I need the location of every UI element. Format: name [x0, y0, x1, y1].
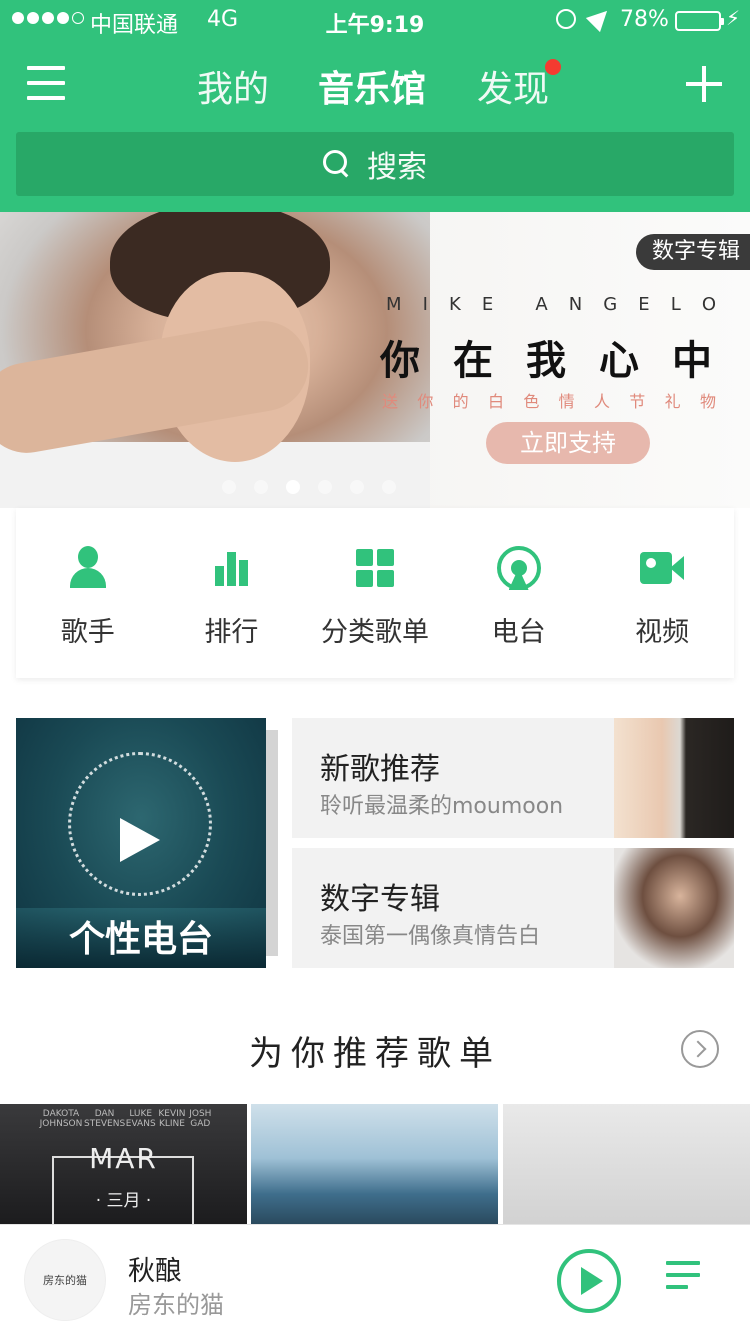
tab-music-hall[interactable]: 音乐馆: [318, 60, 426, 112]
card-subtitle: 泰国第一偶像真情告白: [320, 924, 541, 949]
top-nav: 我的 音乐馆 发现: [0, 56, 750, 112]
category-rank[interactable]: 排行: [160, 508, 304, 678]
grid-icon: [353, 546, 397, 590]
category-row: 歌手 排行 分类歌单 电台 视频: [16, 508, 734, 678]
rotation-lock-icon: [556, 9, 576, 29]
notification-dot: [545, 59, 562, 75]
promo-banner[interactable]: 数字专辑 MIKEANGELO 你在我心中 送你的白色情人节礼物 立即支持: [0, 212, 750, 508]
tab-discover[interactable]: 发现: [477, 59, 562, 112]
category-label: 歌手: [60, 617, 115, 648]
card-title: 数字专辑: [320, 882, 440, 917]
menu-icon[interactable]: [27, 66, 65, 100]
chart-bars-icon: [209, 546, 253, 590]
category-label: 分类歌单: [320, 617, 429, 648]
tab-discover-label: 发现: [477, 69, 550, 110]
video-camera-icon: [640, 546, 685, 590]
banner-artist-name: MIKEANGELO: [386, 294, 716, 315]
page-dot: [254, 480, 268, 494]
page-dot: [318, 480, 332, 494]
battery-percent: 78%: [620, 7, 669, 32]
section-title: 为你推荐歌单: [249, 1034, 501, 1074]
mini-player: 房东的猫 秋酿 房东的猫: [0, 1224, 750, 1334]
playlist-icon[interactable]: [666, 1261, 700, 1297]
personal-radio-card[interactable]: 个性电台: [16, 718, 266, 968]
now-playing-title[interactable]: 秋酿: [128, 1249, 182, 1288]
digital-album-card[interactable]: 数字专辑 泰国第一偶像真情告白: [292, 848, 734, 968]
cover-credits: DAKOTA JOHNSON DAN STEVENS LUKE EVANS KEVIN…: [39, 1109, 212, 1129]
search-bar[interactable]: 搜索: [16, 132, 734, 196]
card-thumbnail: [614, 848, 734, 968]
card-title: 新歌推荐: [320, 752, 440, 787]
category-playlist-types[interactable]: 分类歌单: [303, 508, 447, 678]
banner-artist-photo: [0, 212, 430, 508]
album-cover-text: 房东的猫: [43, 1274, 87, 1287]
play-icon: [120, 818, 160, 862]
category-singer[interactable]: 歌手: [16, 508, 160, 678]
playlist-cover[interactable]: DAKOTA JOHNSON DAN STEVENS LUKE EVANS KEVIN…: [0, 1104, 247, 1224]
category-label: 电台: [491, 617, 546, 648]
banner-page-indicator: [222, 480, 396, 494]
category-label: 排行: [204, 617, 259, 648]
search-icon: [323, 150, 351, 178]
category-label: 视频: [635, 617, 690, 648]
category-radio[interactable]: 电台: [447, 508, 591, 678]
personal-radio-label: 个性电台: [68, 919, 213, 960]
card-subtitle: 聆听最温柔的moumoon: [320, 794, 564, 819]
add-icon[interactable]: [686, 66, 722, 102]
play-button[interactable]: [557, 1249, 621, 1313]
banner-title: 你在我心中: [380, 338, 712, 384]
chevron-right-icon[interactable]: [681, 1030, 719, 1068]
page-dot: [286, 480, 300, 494]
cover-title: MAR: [89, 1142, 158, 1175]
playlist-cover[interactable]: [503, 1104, 750, 1224]
page-dot: [222, 480, 236, 494]
new-songs-card[interactable]: 新歌推荐 聆听最温柔的moumoon: [292, 718, 734, 838]
card-thumbnail: [614, 718, 734, 838]
search-placeholder: 搜索: [367, 150, 427, 185]
radio-icon: [496, 546, 541, 590]
top-header: 中国联通 4G 上午9:19 78% ⚡ 我的 音乐馆 发现 搜索: [0, 0, 750, 212]
category-video[interactable]: 视频: [590, 508, 734, 678]
page-dot: [382, 480, 396, 494]
status-bar: 中国联通 4G 上午9:19 78% ⚡: [0, 0, 750, 40]
page-dot: [350, 480, 364, 494]
banner-badge: 数字专辑: [635, 234, 750, 270]
singer-icon: [66, 546, 110, 590]
banner-support-button[interactable]: 立即支持: [486, 422, 650, 464]
battery-icon: [675, 11, 724, 31]
radio-card-shadow: [266, 730, 278, 956]
now-playing-artist: 房东的猫: [128, 1291, 224, 1319]
banner-subtitle: 送你的白色情人节礼物: [382, 392, 716, 411]
charging-bolt-icon: ⚡: [726, 6, 741, 30]
tab-mine[interactable]: 我的: [197, 60, 269, 112]
album-cover[interactable]: 房东的猫: [24, 1239, 106, 1321]
cover-subtitle: · 三月 ·: [95, 1191, 152, 1211]
playlist-cover[interactable]: [251, 1104, 498, 1224]
